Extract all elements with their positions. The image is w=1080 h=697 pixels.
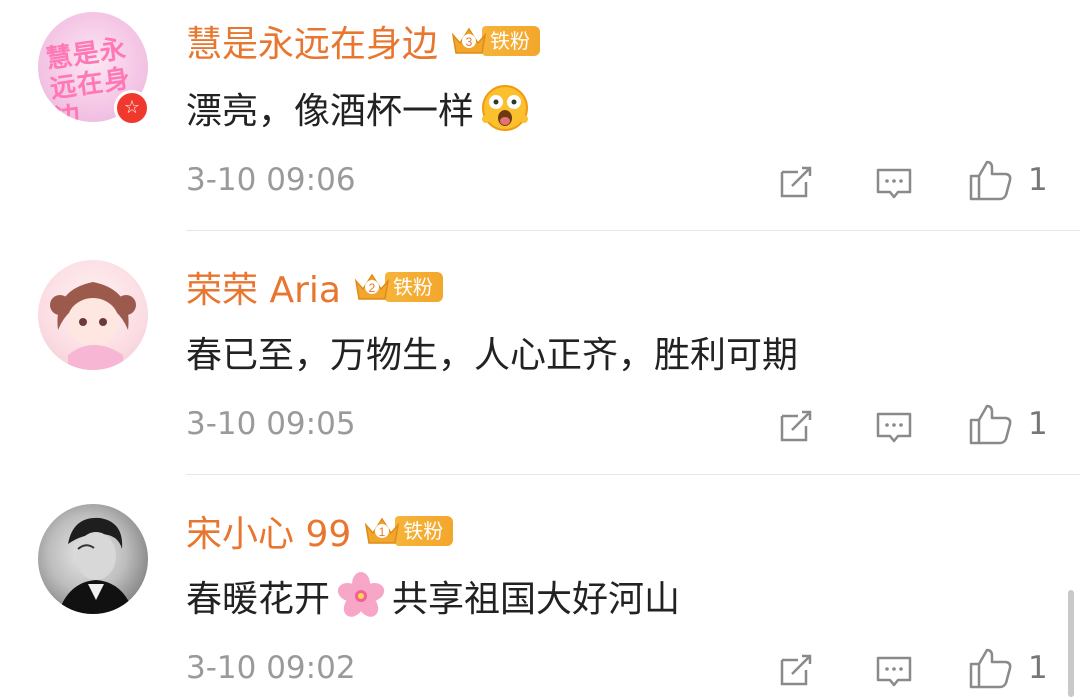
fan-badge[interactable]: 1 铁粉 xyxy=(363,513,454,549)
fan-level: 3 xyxy=(466,35,473,49)
comment-text-body: 漂亮，像酒杯一样 xyxy=(186,91,475,132)
comment-text-body: 春已至，万物生，人心正齐，胜利可期 xyxy=(186,335,799,376)
like-count: 1 xyxy=(1028,406,1048,442)
comment-text: 春已至，万物生，人心正齐，胜利可期 xyxy=(186,326,798,378)
name-row: 荣荣 Aria 2 铁粉 xyxy=(186,262,443,312)
comment-item: 荣荣 Aria 2 铁粉 春已至，万物生，人心正齐，胜利可期 3-10 09:0… xyxy=(0,232,1080,474)
fan-label: 铁粉 xyxy=(395,516,454,546)
fan-level: 2 xyxy=(369,281,376,295)
share-icon xyxy=(780,166,812,198)
share-icon xyxy=(780,410,812,442)
username[interactable]: 荣荣 Aria xyxy=(186,261,341,313)
reply-button[interactable] xyxy=(874,404,914,448)
crown-icon: 3 xyxy=(450,23,488,59)
like-button[interactable]: 1 xyxy=(968,402,1048,446)
like-count: 1 xyxy=(1028,162,1048,198)
share-icon xyxy=(780,654,812,686)
fan-badge[interactable]: 3 铁粉 xyxy=(450,23,541,59)
reply-icon xyxy=(876,412,912,443)
divider xyxy=(186,474,1080,475)
comment-text: 漂亮，像酒杯一样 xyxy=(186,82,536,134)
comment-text-after: 共享祖国大好河山 xyxy=(392,579,681,620)
timestamp: 3-10 09:02 xyxy=(186,650,356,686)
divider xyxy=(186,230,1080,231)
crown-icon: 2 xyxy=(353,269,391,305)
fan-level: 1 xyxy=(379,525,386,539)
like-button[interactable]: 1 xyxy=(968,646,1048,690)
comment-item: 宋小心 99 1 铁粉 春暖花开 共享祖国大好河山 3-10 09:02 1 xyxy=(0,476,1080,697)
reply-button[interactable] xyxy=(874,160,914,204)
comment-text: 春暖花开 共享祖国大好河山 xyxy=(186,570,680,622)
name-row: 慧是永远在身边 3 铁粉 xyxy=(186,15,541,67)
name-row: 宋小心 99 1 铁粉 xyxy=(186,505,454,557)
fan-badge[interactable]: 2 铁粉 xyxy=(353,269,443,305)
comment-text-before: 春暖花开 xyxy=(186,579,331,620)
fan-label: 铁粉 xyxy=(482,26,541,56)
thumbs-up-icon xyxy=(969,160,1012,201)
like-count: 1 xyxy=(1028,650,1048,686)
reply-icon xyxy=(876,168,912,199)
scrollbar[interactable] xyxy=(1068,590,1074,697)
fan-label: 铁粉 xyxy=(384,272,443,302)
share-button[interactable] xyxy=(776,404,816,448)
shocked-face-emoji-icon xyxy=(480,83,530,133)
username[interactable]: 宋小心 99 xyxy=(186,505,351,557)
timestamp: 3-10 09:05 xyxy=(186,406,356,442)
comment-item: 慧是永远在身边 ☆ 慧是永远在身边 3 铁粉 漂亮，像酒杯一样 3-10 09:… xyxy=(0,0,1080,232)
reply-button[interactable] xyxy=(874,648,914,692)
thumbs-up-icon xyxy=(969,648,1012,689)
timestamp: 3-10 09:06 xyxy=(186,162,356,198)
share-button[interactable] xyxy=(776,160,816,204)
crown-icon: 1 xyxy=(363,513,401,549)
username[interactable]: 慧是永远在身边 xyxy=(186,15,438,67)
avatar[interactable] xyxy=(38,260,148,370)
like-button[interactable]: 1 xyxy=(968,158,1048,202)
avatar[interactable] xyxy=(38,504,148,614)
verified-badge-icon: ☆ xyxy=(114,90,150,126)
thumbs-up-icon xyxy=(969,404,1012,445)
share-button[interactable] xyxy=(776,648,816,692)
reply-icon xyxy=(876,656,912,687)
cherry-blossom-emoji-icon xyxy=(336,571,386,621)
